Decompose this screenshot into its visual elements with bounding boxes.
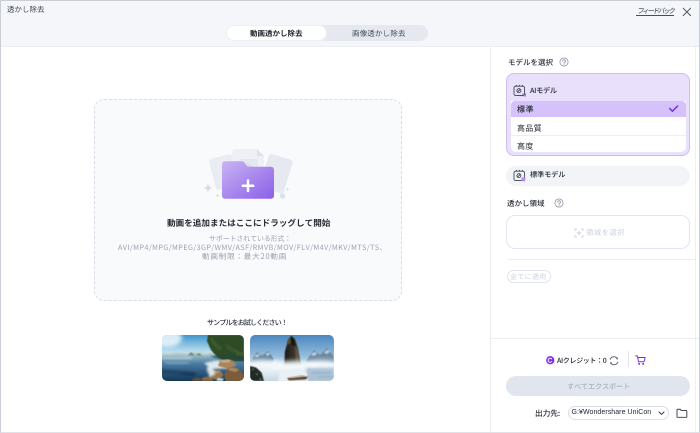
svg-text:AI: AI [521,92,525,97]
